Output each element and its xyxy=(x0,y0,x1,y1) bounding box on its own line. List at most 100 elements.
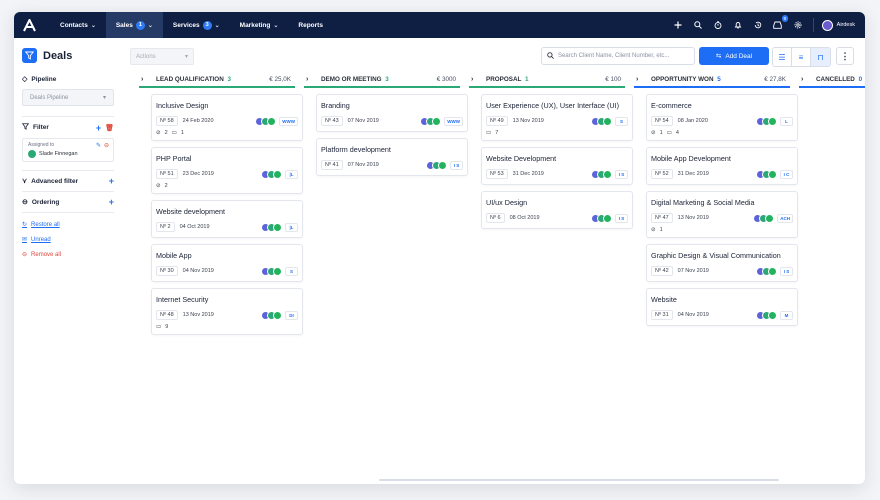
assignee-avatars[interactable] xyxy=(591,169,612,179)
nav-item-contacts[interactable]: Contacts ⌄ xyxy=(50,12,106,38)
assignee-avatars[interactable] xyxy=(753,213,775,223)
deal-card[interactable]: Internet Security Nº 48 13 Nov 2019 DI ▭ 9 xyxy=(151,288,303,335)
assignee-avatars[interactable] xyxy=(426,160,447,170)
company-logo[interactable]: ACH xyxy=(777,213,793,223)
column-header[interactable]: › LEAD QUALIFICATION 3 € 25,0K xyxy=(139,73,295,88)
deal-card[interactable]: E-commerce Nº 54 08 Jan 2020 L ⊘ 1 ▭ 4 xyxy=(646,94,798,141)
add-filter-button[interactable]: + xyxy=(96,123,101,132)
deal-number: Nº 42 xyxy=(651,266,673,276)
nav-item-marketing[interactable]: Marketing ⌄ xyxy=(230,12,289,38)
company-logo[interactable]: |L xyxy=(285,222,298,232)
company-logo[interactable]: DI xyxy=(285,310,298,320)
deal-card[interactable]: Branding Nº 43 07 Nov 2019 WWW xyxy=(316,94,468,132)
assignee-avatars[interactable] xyxy=(261,266,282,276)
column-title: CANCELLED 0 xyxy=(816,76,862,83)
ordering-section[interactable]: ⊖ Ordering + xyxy=(22,198,114,207)
assignee-avatars[interactable] xyxy=(756,169,777,179)
assignee-avatars[interactable] xyxy=(261,222,282,232)
nav-item-services[interactable]: Services 3 ⌄ xyxy=(163,12,230,38)
deal-card[interactable]: Website development Nº 2 04 Oct 2019 |L xyxy=(151,200,303,238)
nav-item-reports[interactable]: Reports xyxy=(288,12,333,38)
assignee-avatars[interactable] xyxy=(261,169,282,179)
deal-card[interactable]: Website Development Nº 53 31 Dec 2019 I S xyxy=(481,147,633,185)
company-logo[interactable]: I S xyxy=(615,213,628,223)
company-logo[interactable]: |L xyxy=(285,169,298,179)
more-options-button[interactable]: ⋮ xyxy=(836,47,854,65)
column-header[interactable]: › OPPORTUNITY WON 5 € 27,8K xyxy=(634,73,790,88)
deal-number: Nº 51 xyxy=(156,169,178,179)
column-header[interactable]: › DEMO OR MEETING 3 € 3000 xyxy=(304,73,460,88)
assignee-avatars[interactable] xyxy=(756,310,777,320)
column-header[interactable]: › CANCELLED 0 xyxy=(799,73,865,88)
paperclip-icon: ⊘ xyxy=(651,130,656,136)
comment-icon: ▭ xyxy=(171,130,177,136)
avatar xyxy=(765,213,775,223)
company-logo[interactable]: L xyxy=(780,116,793,126)
assignee-avatars[interactable] xyxy=(420,116,442,126)
deal-card[interactable]: Website Nº 31 04 Nov 2019 M xyxy=(646,288,798,326)
advanced-filter-section[interactable]: ⋎ Advanced filter + xyxy=(22,177,114,186)
assignee-avatars[interactable] xyxy=(756,266,777,276)
deal-number: Nº 41 xyxy=(321,160,343,170)
horizontal-scrollbar[interactable] xyxy=(379,479,779,481)
deal-card[interactable]: Mobile App Nº 30 04 Nov 2019 S xyxy=(151,244,303,282)
inbox-icon[interactable]: 9 xyxy=(773,15,788,30)
deal-card[interactable]: Digital Marketing & Social Media Nº 47 13 … xyxy=(646,191,798,238)
add-advanced-filter-button[interactable]: + xyxy=(109,177,114,186)
deal-card[interactable]: Platform development Nº 41 07 Nov 2019 I S xyxy=(316,138,468,176)
divider xyxy=(22,191,114,192)
column-header[interactable]: › PROPOSAL 1 € 100 xyxy=(469,73,625,88)
assignee-avatars[interactable] xyxy=(261,310,282,320)
list-view-icon[interactable]: ☰ xyxy=(773,48,792,66)
remove-all-link[interactable]: ⊖ Remove all xyxy=(22,251,114,259)
assignee-avatars[interactable] xyxy=(756,116,777,126)
deal-info-row: Nº 41 07 Nov 2019 I S xyxy=(321,159,463,171)
company-logo[interactable]: I S xyxy=(780,266,793,276)
assignee-avatars[interactable] xyxy=(591,116,612,126)
company-logo[interactable]: I C xyxy=(780,169,793,179)
deal-card[interactable]: User Experience (UX), User Interface (UI… xyxy=(481,94,633,141)
search-icon xyxy=(547,51,554,61)
user-menu[interactable]: Airdesk xyxy=(812,18,855,32)
deal-card[interactable]: Inclusive Design Nº 58 24 Feb 2020 WWW ⊘ 2 ▭ 1 xyxy=(151,94,303,141)
card-list: Inclusive Design Nº 58 24 Feb 2020 WWW ⊘ 2 ▭ 1 P… xyxy=(139,88,303,335)
deal-title: Mobile App Development xyxy=(651,154,731,163)
assignee-avatars[interactable] xyxy=(255,116,277,126)
company-logo[interactable]: WWW xyxy=(279,116,298,126)
pipeline-select[interactable]: Deals Pipeline ▾ xyxy=(22,89,114,106)
company-logo[interactable]: S xyxy=(615,116,628,126)
board-view-icon[interactable]: ⊓ xyxy=(811,48,830,66)
bell-icon[interactable] xyxy=(733,20,743,30)
deal-number: Nº 43 xyxy=(321,116,343,126)
plus-icon[interactable] xyxy=(673,20,683,30)
unread-link[interactable]: ✉ Unread xyxy=(22,236,114,244)
company-logo[interactable]: I S xyxy=(450,160,463,170)
trash-icon[interactable]: 🗑 xyxy=(105,124,114,132)
add-deal-button[interactable]: ⇆ Add Deal xyxy=(699,47,769,65)
company-logo[interactable]: M xyxy=(780,310,793,320)
company-logo[interactable]: I S xyxy=(615,169,628,179)
search-input[interactable]: Search Client Name, Client Number, etc..… xyxy=(541,47,695,65)
compact-view-icon[interactable]: ≡ xyxy=(792,48,811,66)
deal-card[interactable]: Graphic Design & Visual Communication Nº … xyxy=(646,244,798,282)
actions-dropdown[interactable]: Actions ▾ xyxy=(130,48,194,65)
history-icon[interactable] xyxy=(753,20,763,30)
assigned-filter-chip[interactable]: Assigned to Slade Finnegan ✎ ⊖ xyxy=(22,138,114,162)
company-logo[interactable]: S xyxy=(285,266,298,276)
pipeline-column: › OPPORTUNITY WON 5 € 27,8K E-commerce Nº 54… xyxy=(634,73,798,332)
remove-all-label: Remove all xyxy=(31,251,62,258)
search-icon[interactable] xyxy=(693,20,703,30)
deal-card[interactable]: Mobile App Development Nº 52 31 Dec 2019 I … xyxy=(646,147,798,185)
edit-icon[interactable]: ✎ xyxy=(96,142,101,149)
deal-card[interactable]: PHP Portal Nº 51 23 Dec 2019 |L ⊘ 2 xyxy=(151,147,303,194)
gear-icon[interactable] xyxy=(793,20,803,30)
stopwatch-icon[interactable] xyxy=(713,20,723,30)
company-logo[interactable]: WWW xyxy=(444,116,463,126)
nav-item-sales[interactable]: Sales 1 ⌄ xyxy=(105,12,163,38)
deal-card[interactable]: UI/ux Design Nº 6 08 Oct 2019 I S xyxy=(481,191,633,229)
assignee-avatars[interactable] xyxy=(591,213,612,223)
airdesk-logo[interactable] xyxy=(14,12,44,38)
restore-all-link[interactable]: ↻ Restore all xyxy=(22,221,114,229)
add-ordering-button[interactable]: + xyxy=(109,198,114,207)
remove-icon[interactable]: ⊖ xyxy=(104,142,109,149)
